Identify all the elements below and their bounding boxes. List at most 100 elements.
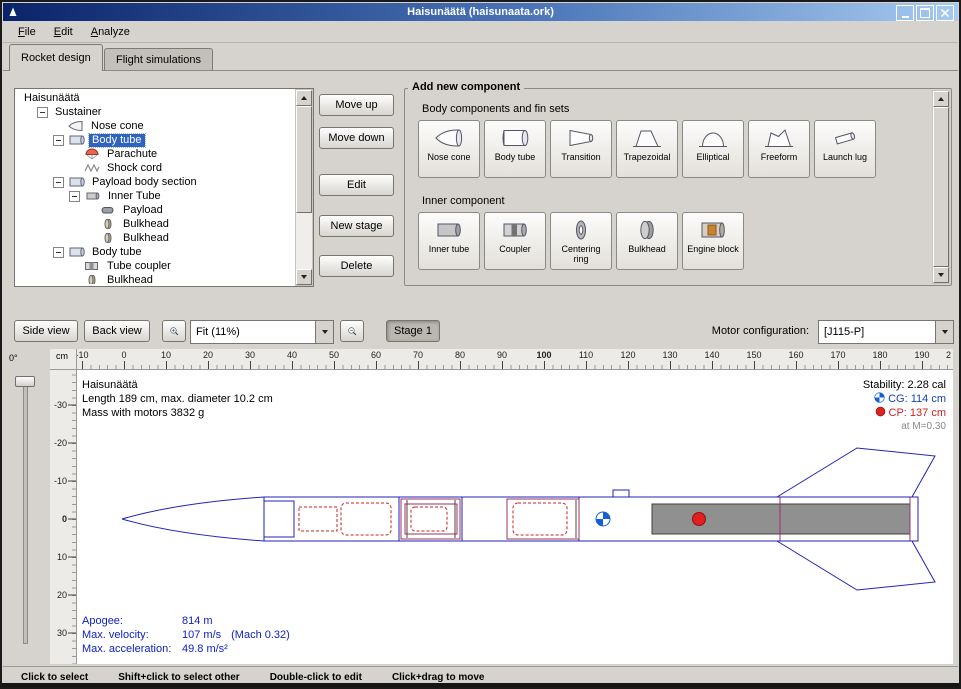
tree-item-body-tube-aft[interactable]: Body tube [17, 245, 295, 259]
rotation-slider-handle[interactable] [15, 376, 35, 387]
mach-note: at M=0.30 [863, 420, 946, 434]
tree-item-body-tube[interactable]: Body tube [17, 133, 295, 147]
chevron-down-icon[interactable] [315, 321, 333, 343]
tree-item-payload[interactable]: Payload [17, 203, 295, 217]
tube-coupler-icon [83, 260, 101, 272]
h-ruler-tick: 120 [620, 350, 635, 360]
freeform-fin-icon [764, 126, 794, 150]
tab-flight-simulations[interactable]: Flight simulations [104, 48, 213, 71]
motor-configuration-label: Motor configuration: [712, 320, 809, 342]
add-elliptical-fin-button[interactable]: Elliptical [682, 120, 744, 178]
close-button[interactable] [936, 5, 954, 21]
cg-icon [874, 392, 885, 403]
cp-icon [875, 406, 886, 417]
component-tree: Haisunäätä Sustainer Nose cone Body tube… [17, 91, 295, 284]
tree-item-bulkhead[interactable]: Bulkhead [17, 231, 295, 245]
v-ruler-tick: 30 [57, 628, 67, 638]
rotation-slider-track[interactable] [23, 379, 28, 644]
add-inner-tube-button[interactable]: Inner tube [418, 212, 480, 270]
minimize-button[interactable] [896, 5, 914, 21]
delete-button[interactable]: Delete [319, 255, 394, 277]
add-trapezoidal-fin-button[interactable]: Trapezoidal [616, 120, 678, 178]
move-down-button[interactable]: Move down [319, 127, 394, 149]
rocket-canvas[interactable]: Haisunäätä Length 189 cm, max. diameter … [77, 370, 953, 664]
tree-item-bulkhead[interactable]: Bulkhead [17, 217, 295, 231]
zoom-select[interactable]: Fit (11%) [190, 320, 334, 344]
h-ruler-tick: 2 [946, 350, 951, 360]
launch-lug-outline[interactable] [613, 490, 629, 497]
collapse-toggle-icon[interactable] [69, 191, 80, 202]
h-ruler-tick: 30 [245, 350, 255, 360]
scroll-up-icon[interactable] [933, 91, 949, 107]
add-bulkhead-button[interactable]: Bulkhead [616, 212, 678, 270]
collapse-toggle-icon[interactable] [53, 135, 64, 146]
h-ruler-tick: -10 [77, 350, 89, 360]
move-up-button[interactable]: Move up [319, 94, 394, 116]
tree-item-parachute[interactable]: Parachute [17, 147, 295, 161]
add-transition-button[interactable]: Transition [550, 120, 612, 178]
cp-marker [693, 513, 706, 526]
stage-1-toggle[interactable]: Stage 1 [386, 320, 440, 342]
hint-click-drag: Click+drag to move [392, 672, 485, 683]
maximize-button[interactable] [916, 5, 934, 21]
add-launch-lug-button[interactable]: Launch lug [814, 120, 876, 178]
collapse-toggle-icon[interactable] [53, 177, 64, 188]
add-nose-cone-button[interactable]: Nose cone [418, 120, 480, 178]
menu-analyze[interactable]: Analyze [82, 24, 139, 40]
add-coupler-button[interactable]: Coupler [484, 212, 546, 270]
chevron-down-icon[interactable] [935, 321, 953, 343]
back-view-button[interactable]: Back view [84, 320, 150, 342]
tree-item-bulkhead[interactable]: Bulkhead [17, 273, 295, 284]
add-freeform-fin-button[interactable]: Freeform [748, 120, 810, 178]
motor-body[interactable] [652, 504, 910, 534]
collapse-toggle-icon[interactable] [37, 107, 48, 118]
inner-tube-icon [84, 190, 102, 202]
tree-item-tube-coupler[interactable]: Tube coupler [17, 259, 295, 273]
add-centering-ring-button[interactable]: Centering ring [550, 212, 612, 270]
rocket-info: Haisunäätä Length 189 cm, max. diameter … [82, 378, 273, 420]
motor-configuration-select[interactable]: [J115-P] [818, 320, 954, 344]
tree-item-payload-body-section[interactable]: Payload body section [17, 175, 295, 189]
tab-rocket-design[interactable]: Rocket design [9, 44, 103, 71]
side-view-button[interactable]: Side view [14, 320, 78, 342]
tree-item-nose-cone[interactable]: Nose cone [17, 119, 295, 133]
scroll-up-icon[interactable] [296, 90, 312, 106]
h-ruler-tick: 0 [121, 350, 126, 360]
menu-edit[interactable]: Edit [45, 24, 82, 40]
collapse-toggle-icon[interactable] [53, 247, 64, 258]
tree-scrollbar[interactable] [295, 89, 313, 286]
add-panel-scrollbar-thumb[interactable] [933, 107, 949, 267]
close-icon [941, 9, 949, 17]
add-component-title: Add new component [408, 81, 524, 93]
body-tube-icon [68, 246, 86, 258]
zoom-in-button[interactable] [162, 320, 186, 342]
tree-item-sustainer[interactable]: Sustainer [17, 105, 295, 119]
rocket-length: Length 189 cm, max. diameter 10.2 cm [82, 392, 273, 406]
tree-item-shock-cord[interactable]: Shock cord [17, 161, 295, 175]
scroll-down-icon[interactable] [296, 269, 312, 285]
tree-scrollbar-thumb[interactable] [296, 106, 312, 213]
tree-item-rocket[interactable]: Haisunäätä [17, 91, 295, 105]
menu-file[interactable]: File [9, 24, 45, 40]
rotation-pane: 0° [2, 349, 50, 664]
app-window: Haisunäätä (haisunaata.ork) File Edit An… [0, 0, 961, 689]
add-body-tube-button[interactable]: Body tube [484, 120, 546, 178]
selected-tree-label: Body tube [89, 134, 145, 147]
add-panel-scrollbar[interactable] [932, 90, 950, 284]
zoom-out-button[interactable] [340, 320, 364, 342]
hint-shift-click: Shift+click to select other [118, 672, 239, 683]
payload-icon [99, 204, 117, 216]
scroll-down-icon[interactable] [933, 267, 949, 283]
h-ruler-tick: 170 [830, 350, 845, 360]
fin-lower[interactable] [777, 541, 935, 590]
edit-button[interactable]: Edit [319, 174, 394, 196]
v-ruler-tick: -10 [54, 476, 67, 486]
new-stage-button[interactable]: New stage [319, 215, 394, 237]
tree-item-inner-tube[interactable]: Inner Tube [17, 189, 295, 203]
add-engine-block-button[interactable]: Engine block [682, 212, 744, 270]
h-ruler-tick: 90 [497, 350, 507, 360]
title-bar[interactable]: Haisunäätä (haisunaata.ork) [3, 3, 958, 21]
inner-component-label: Inner component [422, 195, 505, 207]
fin-upper[interactable] [777, 448, 935, 497]
body-tube-icon [500, 126, 530, 150]
